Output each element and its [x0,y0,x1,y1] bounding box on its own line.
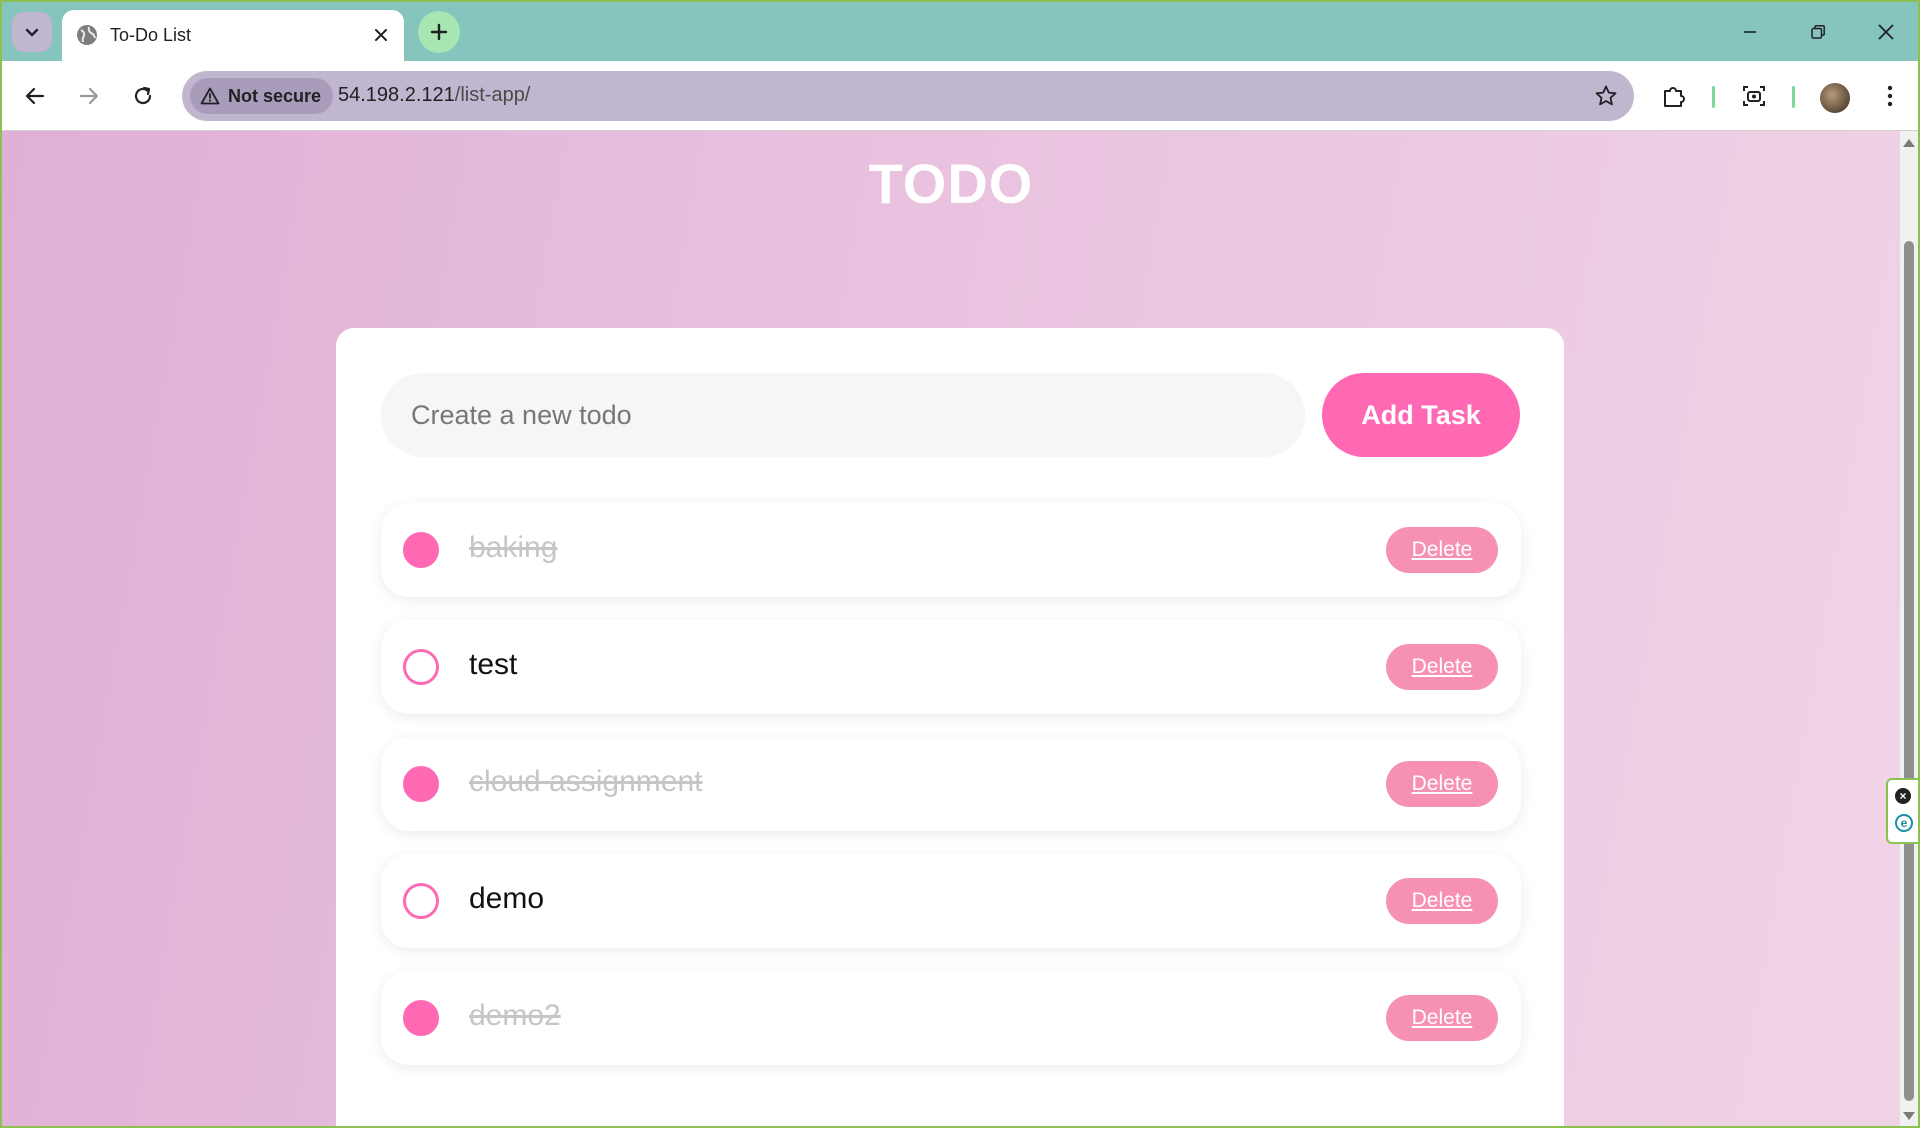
todo-checkbox[interactable] [403,766,439,802]
todo-item: cloud assignment Delete [381,737,1521,831]
page-title: TODO [868,152,1034,215]
kebab-menu-icon [1887,85,1893,107]
url-text[interactable]: 54.198.2.121/list-app/ [338,84,530,107]
todo-text: demo2 [469,999,561,1032]
new-todo-input[interactable] [381,373,1305,457]
restore-button[interactable] [1790,10,1846,54]
arrow-left-icon [25,87,45,105]
browser-window: To-Do List Not secure 54.198.2.121/list-… [0,0,1920,1128]
toolbar-separator [1792,86,1795,108]
close-icon [1878,24,1894,40]
todo-item: test Delete [381,620,1521,714]
screenshot-button[interactable] [1738,80,1770,112]
new-tab-button[interactable] [418,11,460,53]
close-window-button[interactable] [1858,10,1914,54]
minimize-icon [1744,31,1756,33]
warning-icon [200,87,220,105]
delete-button[interactable]: Delete [1386,995,1498,1041]
scrollbar-thumb[interactable] [1904,241,1914,1101]
vertical-scrollbar[interactable] [1900,131,1918,1126]
url-host: 54.198.2.121 [338,84,455,106]
arrow-right-icon [79,87,99,105]
restore-icon [1811,25,1825,39]
globe-icon [77,25,97,45]
delete-button[interactable]: Delete [1386,527,1498,573]
todo-item: demo Delete [381,854,1521,948]
toolbar-separator [1712,86,1715,108]
extensions-button[interactable] [1658,80,1690,112]
scroll-down-arrow[interactable] [1903,1112,1915,1120]
plus-icon [430,23,448,41]
chevron-down-icon [25,28,39,37]
close-icon [375,29,387,41]
page-viewport: TODO Add Task baking Delete test Delete … [2,131,1900,1126]
scroll-up-arrow[interactable] [1903,139,1915,147]
camera-icon [1743,86,1765,106]
delete-button[interactable]: Delete [1386,644,1498,690]
close-icon[interactable]: × [1895,788,1911,804]
extension-side-widget: × e [1886,778,1918,844]
todo-item: baking Delete [381,503,1521,597]
tab-title: To-Do List [110,25,192,45]
todo-checkbox[interactable] [403,532,439,568]
url-path: /list-app/ [454,84,531,106]
todo-list: baking Delete test Delete cloud assignme… [381,503,1521,1088]
bookmark-button[interactable] [1592,82,1620,110]
profile-avatar[interactable] [1820,83,1850,113]
puzzle-icon [1664,87,1685,107]
security-chip[interactable]: Not secure [190,78,334,114]
back-button[interactable] [14,75,56,117]
delete-button[interactable]: Delete [1386,878,1498,924]
minimize-button[interactable] [1722,10,1778,54]
todo-text: baking [469,531,558,564]
add-task-button[interactable]: Add Task [1322,373,1520,457]
todo-text: cloud assignment [469,765,703,798]
menu-button[interactable] [1874,80,1906,112]
todo-text: test [469,648,518,681]
todo-checkbox[interactable] [403,1000,439,1036]
forward-button[interactable] [68,75,110,117]
tab-search-button[interactable] [12,12,52,52]
reload-button[interactable] [122,75,164,117]
todo-item: demo2 Delete [381,971,1521,1065]
reload-icon [134,86,152,105]
todo-checkbox[interactable] [403,883,439,919]
tab-strip: To-Do List [2,2,1918,61]
todo-card: Add Task baking Delete test Delete cloud… [336,328,1564,1126]
browser-tab[interactable]: To-Do List [62,10,404,61]
tab-close-button[interactable] [368,22,394,48]
todo-text: demo [469,882,545,915]
extension-icon[interactable]: e [1895,814,1913,832]
security-label: Not secure [228,85,322,106]
browser-toolbar: Not secure 54.198.2.121/list-app/ [2,61,1918,131]
address-bar[interactable]: Not secure 54.198.2.121/list-app/ [182,71,1634,121]
star-icon [1595,85,1617,106]
todo-checkbox[interactable] [403,649,439,685]
delete-button[interactable]: Delete [1386,761,1498,807]
